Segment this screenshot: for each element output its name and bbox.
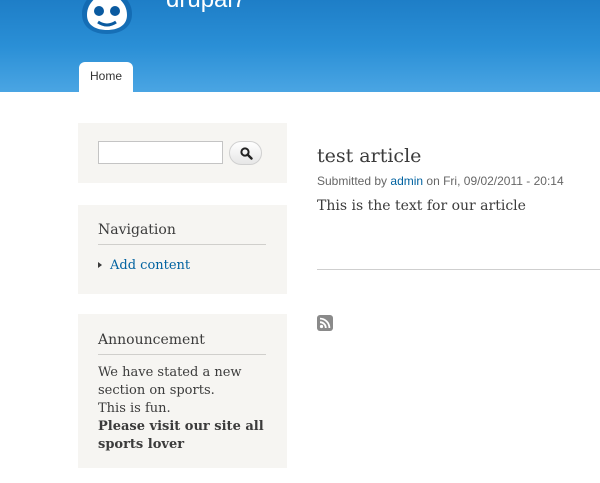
drupal-logo-icon[interactable]: [76, 0, 138, 36]
nav-item-add-content[interactable]: Add content: [98, 258, 190, 273]
site-name[interactable]: drupal7: [166, 0, 246, 12]
announcement-title: Announcement: [98, 332, 266, 355]
tab-home[interactable]: Home: [79, 62, 133, 92]
article-title[interactable]: test article: [317, 145, 421, 167]
author-link[interactable]: admin: [390, 174, 423, 188]
announcement-body: We have stated a new section on sports. …: [98, 364, 268, 454]
nav-item-label[interactable]: Add content: [110, 258, 190, 273]
bullet-arrow-icon: [98, 262, 102, 268]
announcement-line: This is fun.: [98, 401, 171, 416]
announcement-bold-text: Please visit our site all sports lover: [98, 419, 264, 452]
announcement-line: We have stated a new: [98, 365, 242, 380]
submitted-date: on Fri, 09/02/2011 - 20:14: [426, 174, 564, 188]
search-block: [78, 123, 287, 183]
navigation-title: Navigation: [98, 222, 266, 245]
article-body: This is the text for our article: [317, 198, 526, 214]
article-submitted: Submitted by admin on Fri, 09/02/2011 - …: [317, 174, 564, 188]
site-header: drupal7 Home: [0, 0, 600, 92]
announcement-line: section on sports.: [98, 383, 215, 398]
announcement-block: Announcement We have stated a new sectio…: [78, 314, 287, 468]
search-input[interactable]: [98, 141, 223, 164]
submitted-prefix: Submitted by: [317, 174, 388, 188]
rss-feed-icon[interactable]: [317, 315, 333, 331]
search-button[interactable]: [229, 141, 262, 165]
navigation-block: Navigation Add content: [78, 205, 287, 294]
article-divider: [317, 269, 600, 270]
search-icon: [240, 147, 253, 160]
